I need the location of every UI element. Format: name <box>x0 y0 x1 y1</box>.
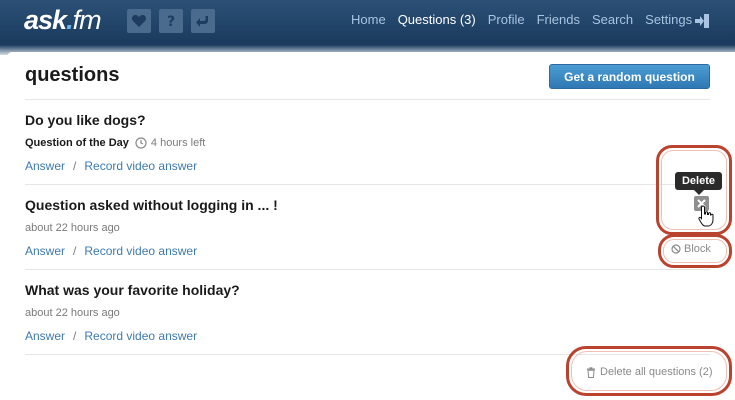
svg-text:?: ? <box>167 14 175 29</box>
ask-fm-logo[interactable]: ask.fm <box>24 5 102 35</box>
answer-link[interactable]: Answer <box>25 159 65 173</box>
action-separator: / <box>73 329 77 343</box>
nav-friends[interactable]: Friends <box>537 12 580 32</box>
question-of-the-day-badge: Question of the Day <box>25 137 129 149</box>
answer-link[interactable]: Answer <box>25 244 65 258</box>
annotation-inner-ring <box>663 239 727 263</box>
action-separator: / <box>73 159 77 173</box>
record-video-link[interactable]: Record video answer <box>84 244 197 258</box>
logo-main: ask <box>24 5 67 35</box>
reply-icon[interactable] <box>191 9 215 33</box>
annotation-circle-delete <box>656 145 732 235</box>
question-actions: Answer / Record video answer <box>25 159 197 173</box>
annotation-circle-block <box>658 234 732 268</box>
action-separator: / <box>73 244 77 258</box>
page-title: questions <box>25 64 120 86</box>
annotation-inner-ring <box>571 351 727 391</box>
divider <box>25 269 710 270</box>
nav-home[interactable]: Home <box>351 12 386 32</box>
annotation-inner-ring <box>661 150 727 230</box>
main-nav: Home Questions (3) Profile Friends Searc… <box>351 12 704 32</box>
logo-suffix: fm <box>72 5 102 35</box>
question-meta: Question of the Day 4 hours left <box>25 137 205 149</box>
question-title: Do you like dogs? <box>25 112 146 128</box>
question-title: Question asked without logging in ... ! <box>25 197 278 213</box>
question-title: What was your favorite holiday? <box>25 282 240 298</box>
question-meta: about 22 hours ago <box>25 307 120 319</box>
divider <box>25 184 710 185</box>
divider <box>25 99 710 100</box>
annotation-circle-delete-all <box>566 346 732 396</box>
nav-profile[interactable]: Profile <box>488 12 525 32</box>
question-actions: Answer / Record video answer <box>25 244 197 258</box>
record-video-link[interactable]: Record video answer <box>84 329 197 343</box>
time-left: 4 hours left <box>150 137 206 149</box>
question-icon[interactable]: ? <box>159 9 183 33</box>
record-video-link[interactable]: Record video answer <box>84 159 197 173</box>
nav-search[interactable]: Search <box>592 12 633 32</box>
logout-icon[interactable] <box>693 12 711 30</box>
question-actions: Answer / Record video answer <box>25 329 197 343</box>
clock-icon <box>135 137 147 149</box>
answer-link[interactable]: Answer <box>25 329 65 343</box>
nav-questions[interactable]: Questions (3) <box>398 12 476 32</box>
nav-settings[interactable]: Settings <box>645 12 692 32</box>
heart-icon[interactable] <box>127 9 151 33</box>
random-question-button[interactable]: Get a random question <box>549 64 710 89</box>
question-meta: about 22 hours ago <box>25 222 120 234</box>
